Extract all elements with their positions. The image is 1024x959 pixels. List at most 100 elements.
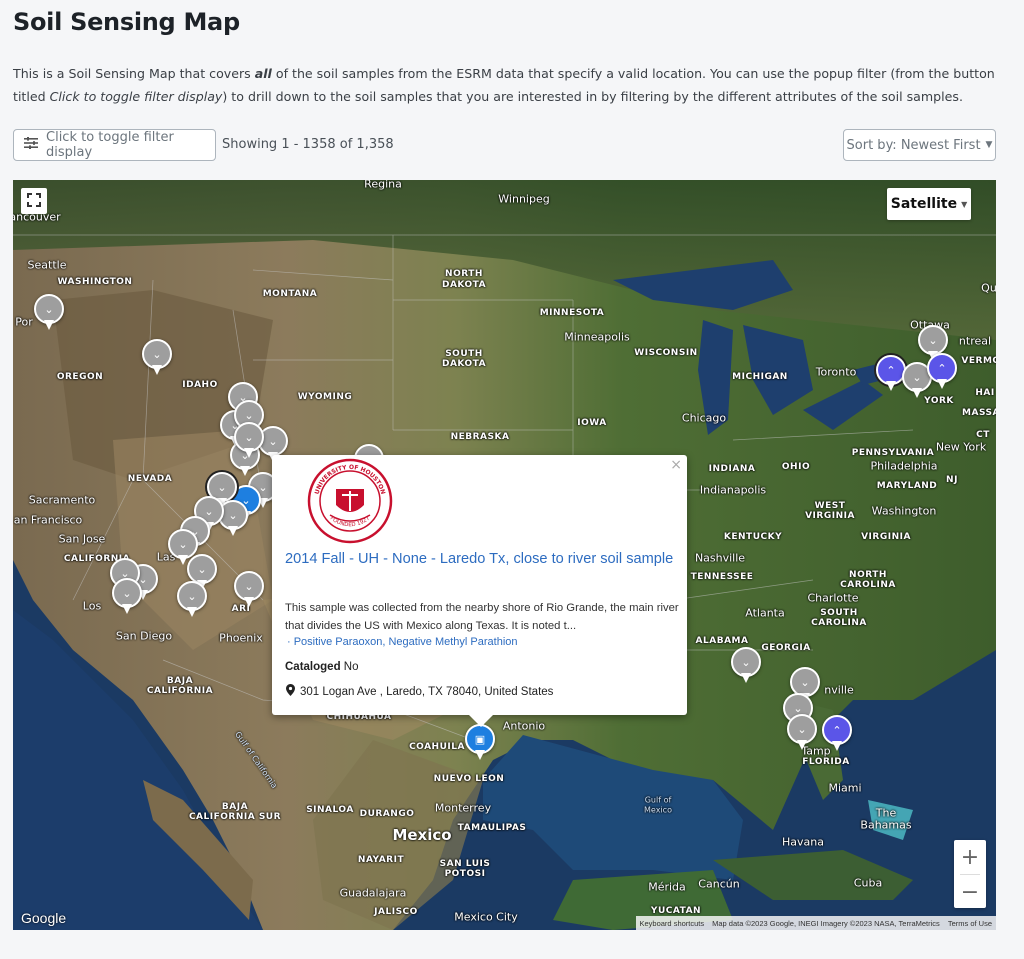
map-label-south-dakota-2: DAKOTA [441,359,487,369]
map-label-los-angeles: Los [82,599,102,613]
map-type-dropdown[interactable]: Satellite ▼ [887,188,971,220]
keyboard-shortcuts-link[interactable]: Keyboard shortcuts [640,919,705,928]
map-label-baja-sur-1: BAJA [221,802,249,812]
sample-pin[interactable]: ⌄ [731,647,761,685]
map-label-san-luis-1: SAN LUIS [439,859,491,869]
map-label-atlanta: Atlanta [745,606,785,620]
laredo-sample-pin[interactable]: ▣ [465,724,495,762]
map-label-nayarit: NAYARIT [357,855,405,865]
sample-pin[interactable]: ⌄ [177,581,207,619]
sample-pin[interactable]: ⌄ [234,571,264,609]
map-label-miami: Miami [828,781,862,795]
sample-popup: × UNIVERSITY OF HOUSTON FOUNDED 1927 201… [272,455,687,715]
zoom-control: + − [954,840,986,908]
map-label-vermont: VERMO [961,356,996,366]
map-label-nashville: Nashville [694,551,746,565]
map-label-florida: FLORIDA [802,757,850,767]
map-label-iowa: IOWA [577,418,607,428]
popup-title-link[interactable]: 2014 Fall - UH - None - Laredo Tx, close… [285,547,675,571]
map-label-nuevo-leon: NUEVO LEON [433,774,505,784]
map-label-monterrey: Monterrey [434,801,492,815]
google-logo: Google [21,910,67,926]
map-label-phoenix: Phoenix [219,631,263,645]
map-label-georgia: GEORGIA [761,643,811,653]
sample-pin[interactable]: ⌄ [112,578,142,616]
map-label-minnesota: MINNESOTA [539,308,605,318]
map-label-san-diego: San Diego [115,629,173,643]
sample-pin[interactable]: ⌄ [34,294,64,332]
sample-pin[interactable]: ⌄ [787,714,817,752]
map-label-jacksonville: nville [824,683,854,697]
terms-link[interactable]: Terms of Use [948,919,992,928]
map-label-baja-sur-2: CALIFORNIA SUR [188,812,282,822]
map-label-kentucky: KENTUCKY [723,532,783,542]
map-label-ham: HAI [975,388,995,398]
map-label-south-carolina-1: SOUTH [820,608,858,618]
map-label-sacramento: Sacramento [28,493,96,507]
map-label-winnipeg: Winnipeg [498,192,550,206]
zoom-in-button[interactable]: + [954,840,986,874]
map-label-wyoming: WYOMING [297,392,353,402]
map-label-west-virginia-1: WEST [814,501,846,511]
map-label-san-luis-2: POTOSI [444,869,486,879]
map-label-south-dakota-1: SOUTH [445,349,483,359]
fullscreen-button[interactable] [21,188,47,214]
zoom-out-button[interactable]: − [954,875,986,909]
map-label-indiana: INDIANA [708,464,756,474]
map-label-ct: CT [976,430,990,440]
sample-pin[interactable]: ⌄ [142,339,172,377]
university-seal-logo: UNIVERSITY OF HOUSTON FOUNDED 1927 [306,457,394,545]
map-label-jalisco: JALISCO [374,907,418,917]
map-label-mexico-city: Mexico City [454,910,518,924]
map-label-tennessee: TENNESSEE [690,572,754,582]
results-count: Showing 1 - 1358 of 1,358 [222,137,394,152]
sample-pin-cluster[interactable]: ⌃ [927,353,957,391]
caret-down-icon: ▼ [985,140,993,150]
map-label-charlotte: Charlotte [807,591,859,605]
sample-pin-cluster[interactable]: ⌃ [822,715,852,753]
map-label-regina: Regina [364,180,402,191]
map-label-north-carolina-2: CAROLINA [840,580,896,590]
popup-cataloged: Cataloged No [285,661,359,673]
map-label-north-dakota-2: DAKOTA [441,280,487,290]
page-title: Soil Sensing Map [13,8,240,36]
map-marker-icon [286,684,295,699]
sort-dropdown[interactable]: Sort by: Newest First ▼ [843,129,996,161]
map-label-idaho: IDAHO [182,380,218,390]
map-label-massachusetts: MASSA [962,408,996,418]
caret-down-icon: ▼ [961,199,968,209]
map-label-nebraska: NEBRASKA [450,432,510,442]
popup-pointer [469,715,493,727]
map-label-toronto: Toronto [815,365,857,379]
map-label-new-york: New York [935,440,987,454]
map-label-san-francisco: an Francisco [13,513,83,527]
map-label-seattle: Seattle [27,258,67,272]
map-label-cuba: Cuba [853,876,883,890]
toggle-filter-label: Click to toggle filter display [46,130,174,160]
map-label-coahuila: COAHUILA [409,742,465,752]
map-label-north-carolina-1: NORTH [849,570,887,580]
map-label-guadalajara: Guadalajara [339,886,407,900]
sample-pin[interactable]: ⌄ [234,422,264,460]
map-label-mexico: Mexico [392,826,452,844]
map-label-nevada: NEVADA [127,474,173,484]
map-label-oregon: OREGON [56,372,104,382]
popup-tags[interactable]: · Positive Paraoxon, Negative Methyl Par… [287,636,518,648]
map-label-michigan: MICHIGAN [732,372,788,382]
map-label-pennsylvania: PENNSYLVANIA [851,448,935,458]
map-label-washington-state: WASHINGTON [57,277,133,287]
map-label-north-dakota-1: NORTH [445,269,483,279]
popup-description: This sample was collected from the nearb… [285,602,679,632]
map-label-gulf-of-mexico-2: Mexico [644,805,672,815]
map-label-quebec: Qu [981,281,996,295]
map-label-merida: Mérida [648,880,686,894]
soil-map[interactable]: Regina Winnipeg ancouver Seattle WASHING… [13,180,996,930]
toggle-filter-button[interactable]: Click to toggle filter display [13,129,216,161]
map-label-san-antonio: Antonio [502,719,546,733]
map-label-minneapolis: Minneapolis [564,330,630,344]
map-label-maryland: MARYLAND [876,481,938,491]
map-label-cancun: Cancún [698,877,740,891]
map-label-portland: Por [15,315,33,329]
map-label-south-carolina-2: CAROLINA [811,618,867,628]
close-icon[interactable]: × [670,457,682,473]
